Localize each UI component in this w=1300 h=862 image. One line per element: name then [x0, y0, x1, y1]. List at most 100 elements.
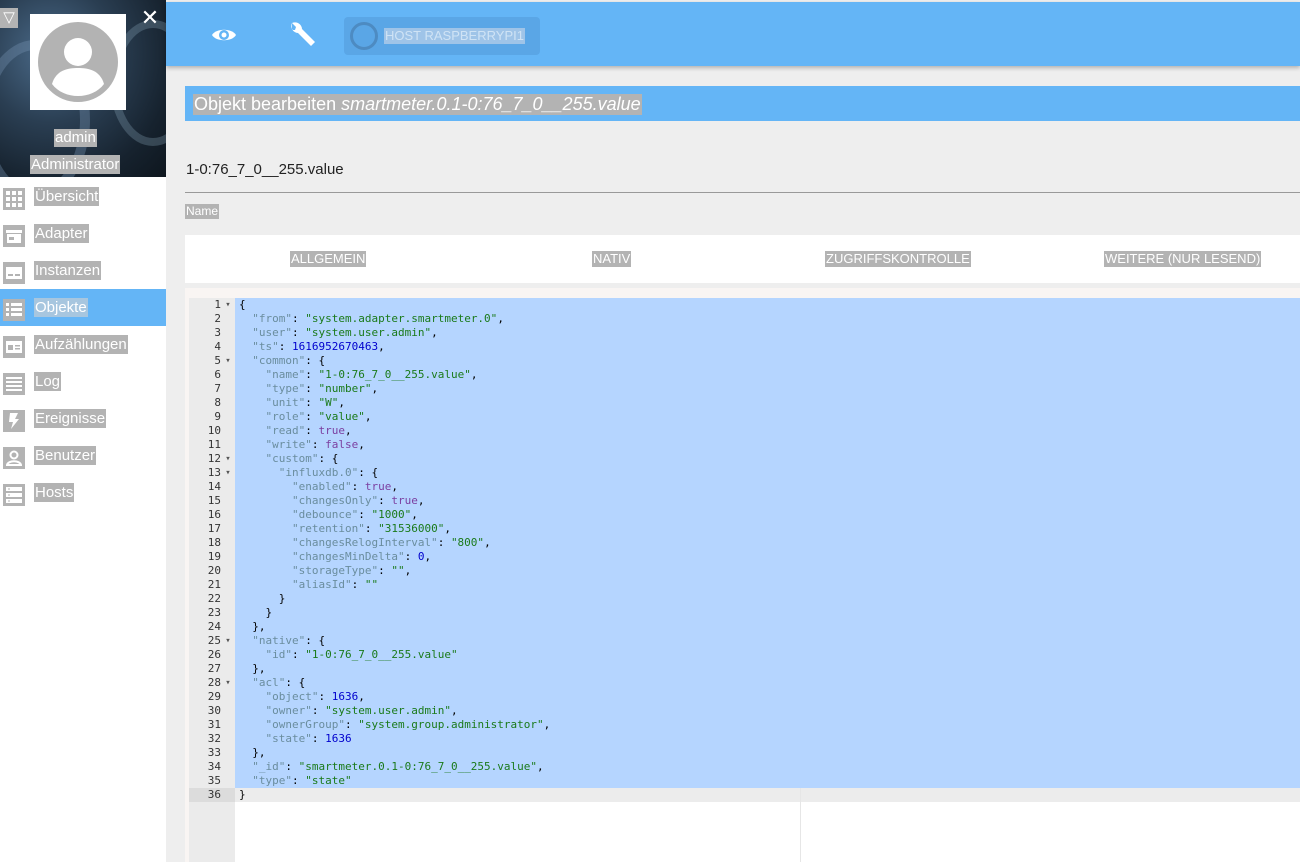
fold-arrow-icon[interactable]: ▾	[223, 634, 233, 648]
code-token: :	[305, 424, 319, 437]
line-code: "unit": "W",	[239, 396, 346, 410]
sidebar-item-adapter[interactable]: Adapter	[0, 215, 166, 252]
line-code: },	[239, 620, 265, 634]
tab-zugriffskontrolle[interactable]: ZUGRIFFSKONTROLLE	[825, 251, 971, 267]
code-token: :	[378, 564, 392, 577]
code-token: "common"	[252, 354, 306, 367]
code-token: "user"	[252, 326, 292, 339]
dialog-title-prefix: Objekt bearbeiten	[194, 94, 342, 114]
host-selector-button[interactable]: HOST RASPBERRYPI1	[344, 17, 540, 55]
code-token: "object"	[265, 690, 319, 703]
code-line: 8 "unit": "W",	[189, 396, 1300, 410]
code-token: "acl"	[252, 676, 286, 689]
line-number: 30	[207, 704, 221, 717]
sidebar-item-objekte[interactable]: Objekte	[0, 289, 166, 326]
line-number: 34	[207, 760, 221, 773]
code-token: "_id"	[252, 760, 286, 773]
code-line: 7 "type": "number",	[189, 382, 1300, 396]
code-token: "type"	[252, 774, 292, 787]
sidebar-item-aufz-hlungen[interactable]: Aufzählungen	[0, 326, 166, 363]
sidebar-item-log[interactable]: Log	[0, 363, 166, 400]
code-token: :	[351, 480, 365, 493]
sidebar-item-ereignisse[interactable]: Ereignisse	[0, 400, 166, 437]
fold-arrow-icon[interactable]: ▾	[223, 452, 233, 466]
menu-toggle-icon[interactable]: ▽	[0, 8, 18, 28]
code-token: {	[239, 298, 246, 311]
code-token: true	[391, 494, 418, 507]
code-token: "name"	[265, 368, 306, 381]
code-token: "system.user.admin"	[325, 704, 451, 717]
line-code: "role": "value",	[239, 410, 372, 424]
code-line: 35 "type": "state"	[189, 774, 1300, 788]
sidebar-menu: Übersicht Adapter Instanzen Objekte Aufzählu…	[0, 178, 166, 511]
code-token: :	[305, 410, 319, 423]
line-number: 29	[207, 690, 221, 703]
code-token: "W"	[318, 396, 339, 409]
line-code: "custom": {	[239, 452, 339, 466]
code-token: "type"	[265, 382, 306, 395]
code-token: :	[311, 704, 326, 717]
line-code: "storageType": "",	[239, 564, 411, 578]
close-icon[interactable]: ✕	[140, 7, 160, 29]
line-number: 36	[207, 788, 221, 801]
tab-weitere[interactable]: WEITERE (NUR LESEND)	[1104, 251, 1262, 267]
name-field-value[interactable]: 1-0:76_7_0__255.value	[186, 161, 344, 179]
code-token: :	[318, 690, 332, 703]
code-token: 1636	[331, 690, 359, 703]
code-token: "31536000"	[378, 522, 445, 535]
code-token: ,	[371, 382, 379, 395]
line-code: "object": 1636,	[239, 690, 365, 704]
code-token: "1-0:76_7_0__255.value"	[305, 648, 458, 661]
eye-icon[interactable]	[209, 20, 239, 50]
user-icon	[3, 447, 25, 469]
sidebar-item--bersicht[interactable]: Übersicht	[0, 178, 166, 215]
code-token: : {	[305, 634, 326, 647]
tab-allgemein[interactable]: ALLGEMEIN	[290, 251, 367, 267]
sidebar-item-benutzer[interactable]: Benutzer	[0, 437, 166, 474]
line-number: 3	[214, 326, 221, 339]
fold-arrow-icon[interactable]: ▾	[223, 466, 233, 480]
sidebar-item-label: Log	[34, 372, 62, 391]
code-token: :	[285, 760, 299, 773]
sidebar-item-label: Übersicht	[34, 187, 100, 206]
fold-arrow-icon[interactable]: ▾	[223, 676, 233, 690]
code-token: ,	[424, 550, 432, 563]
line-number: 32	[207, 732, 221, 745]
sidebar-item-instanzen[interactable]: Instanzen	[0, 252, 166, 289]
fold-arrow-icon[interactable]: ▾	[223, 298, 233, 312]
code-token: }	[239, 592, 286, 605]
servers-icon	[3, 484, 25, 506]
json-editor[interactable]: 1 ▾{2 "from": "system.adapter.smartmeter.…	[185, 288, 1300, 862]
code-token: ,	[431, 326, 438, 339]
code-token: 1636	[325, 732, 352, 745]
tab-nativ[interactable]: NATIV	[592, 251, 632, 267]
line-number: 17	[207, 522, 221, 535]
code-token: ,	[345, 424, 352, 437]
code-token: ,	[404, 564, 412, 577]
line-code: "owner": "system.user.admin",	[239, 704, 458, 718]
fold-arrow-icon[interactable]: ▾	[223, 354, 233, 368]
code-line: 28 ▾ "acl": {	[189, 676, 1300, 690]
line-code: "influxdb.0": {	[239, 466, 378, 480]
line-number: 16	[207, 508, 221, 521]
sidebar-item-hosts[interactable]: Hosts	[0, 474, 166, 511]
line-code: }	[239, 788, 246, 802]
line-number: 13	[207, 466, 221, 479]
line-code: "debounce": "1000",	[239, 508, 418, 522]
code-line: 31 "ownerGroup": "system.group.administr…	[189, 718, 1300, 732]
code-token: "changesOnly"	[291, 494, 379, 507]
wrench-icon[interactable]	[286, 18, 318, 50]
code-line: 1 ▾ {	[189, 298, 1300, 312]
line-code: "type": "number",	[239, 382, 379, 396]
code-line: 5 ▾ "common": {	[189, 354, 1300, 368]
code-token: "retention"	[291, 522, 365, 535]
code-line: 27 },	[189, 662, 1300, 676]
